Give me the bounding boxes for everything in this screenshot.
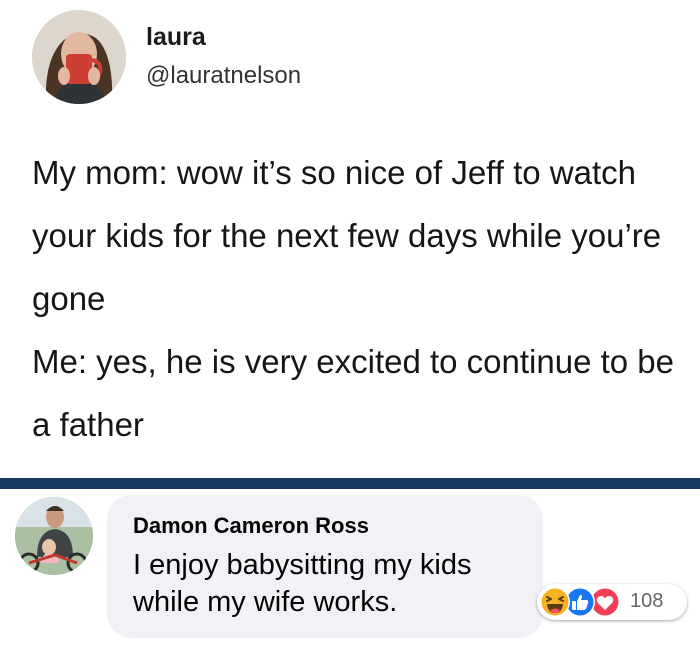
comment-author-name[interactable]: Damon Cameron Ross <box>133 513 369 539</box>
comment-text: I enjoy babysitting my kids while my wif… <box>133 549 472 618</box>
reactions-summary[interactable]: 108 <box>537 584 687 620</box>
commenter-avatar[interactable] <box>15 497 93 575</box>
tweet-card: laura @lauratnelson My mom: wow it’s so … <box>0 0 700 478</box>
comment-bubble[interactable]: Damon Cameron Ross I enjoy babysitting m… <box>107 495 543 638</box>
tweet-paragraph: My mom: wow it’s so nice of Jeff to watc… <box>32 154 662 317</box>
tweet-handle[interactable]: @lauratnelson <box>146 62 301 90</box>
tweet-display-name[interactable]: laura <box>146 23 206 52</box>
reaction-count: 108 <box>630 590 664 612</box>
person-with-mug-photo-icon <box>32 10 126 104</box>
father-with-child-photo-icon <box>15 497 93 575</box>
divider-bar <box>0 478 700 489</box>
tweet-author-avatar[interactable] <box>32 10 126 104</box>
tweet-paragraph: Me: yes, he is very excited to continue … <box>32 343 675 443</box>
haha-icon <box>539 586 571 618</box>
comment-section: Damon Cameron Ross I enjoy babysitting m… <box>0 489 700 645</box>
